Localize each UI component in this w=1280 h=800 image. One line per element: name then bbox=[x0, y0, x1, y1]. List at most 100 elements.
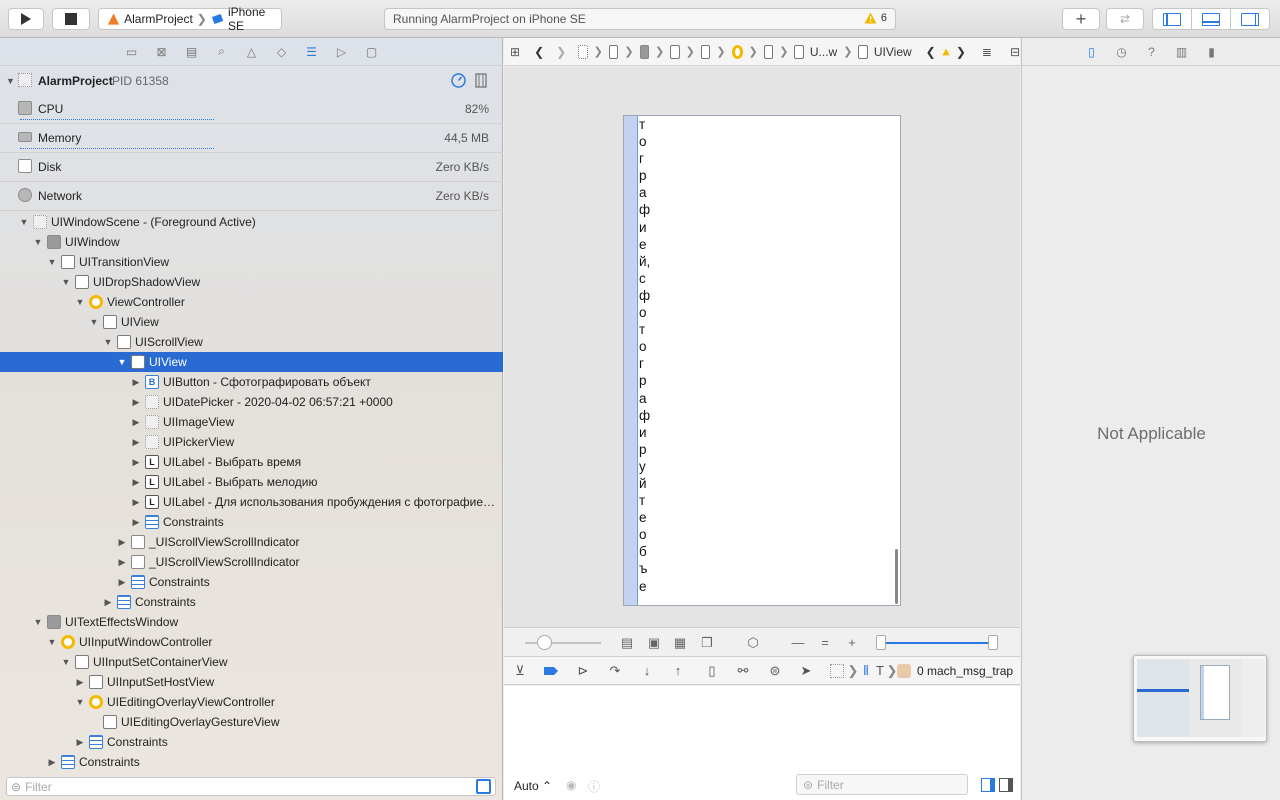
tree-row[interactable]: ▶ Constraints bbox=[0, 732, 503, 752]
toggle-debug-area-button[interactable] bbox=[1191, 8, 1231, 30]
tree-row[interactable]: ▼ UITextEffectsWindow bbox=[0, 612, 503, 632]
show-constraints-icon[interactable]: ▣ bbox=[647, 636, 661, 650]
tree-row[interactable]: ▶ Constraints bbox=[0, 572, 503, 592]
disclosure-closed-icon[interactable]: ▶ bbox=[131, 417, 141, 428]
tree-row[interactable]: ▼ UIInputSetContainerView bbox=[0, 652, 503, 672]
range-slider-track[interactable] bbox=[881, 642, 994, 644]
issue-icon[interactable]: △ bbox=[245, 45, 259, 59]
folder-icon[interactable]: ▭ bbox=[125, 45, 139, 59]
tree-row[interactable]: ▼ UIScrollView bbox=[0, 332, 503, 352]
console-filter-field[interactable]: ⊜ Filter bbox=[796, 774, 968, 795]
thread-short-label[interactable]: T bbox=[876, 663, 884, 679]
disclosure-closed-icon[interactable]: ▶ bbox=[131, 397, 141, 408]
jump-truncated-item[interactable]: U...w bbox=[810, 45, 837, 59]
disclosure-closed-icon[interactable]: ▶ bbox=[117, 557, 127, 568]
tree-row[interactable]: ▼ ViewController bbox=[0, 292, 503, 312]
size-inspector-icon[interactable]: ▮ bbox=[1204, 44, 1220, 60]
disclosure-closed-icon[interactable]: ▶ bbox=[131, 377, 141, 388]
warning-indicator[interactable]: 6 bbox=[864, 12, 887, 24]
disclosure-open-icon[interactable]: ▼ bbox=[47, 257, 57, 267]
view-icon[interactable] bbox=[763, 44, 774, 59]
process-row[interactable]: ▼ AlarmProject PID 61358 bbox=[0, 70, 503, 92]
disclosure-open-icon[interactable]: ▼ bbox=[75, 697, 85, 707]
zoom-actual-icon[interactable]: = bbox=[818, 636, 832, 650]
disclosure-open-icon[interactable]: ▼ bbox=[33, 617, 43, 627]
disclosure-open-icon[interactable]: ▼ bbox=[19, 217, 29, 227]
toggle-inspector-button[interactable] bbox=[1230, 8, 1270, 30]
continue-icon[interactable]: ⊳ bbox=[575, 663, 591, 679]
tree-row[interactable]: ▶ B UIButton - Сфотографировать объект bbox=[0, 372, 503, 392]
disclosure-closed-icon[interactable]: ▶ bbox=[75, 677, 85, 688]
navigator-filter-field[interactable]: ⊜ Filter bbox=[6, 777, 496, 796]
gauge-memory[interactable]: Memory 44,5 MB bbox=[0, 124, 503, 153]
clip-content-icon[interactable]: ▤ bbox=[620, 636, 634, 650]
next-issue-icon[interactable]: ❯ bbox=[956, 45, 966, 59]
window-icon[interactable] bbox=[639, 44, 649, 59]
view-icon[interactable] bbox=[700, 44, 711, 59]
tree-row[interactable]: ▶ L UILabel - Для использования пробуждени… bbox=[0, 492, 503, 512]
disclosure-closed-icon[interactable]: ▶ bbox=[131, 477, 141, 488]
breakpoint-icon[interactable]: ▷ bbox=[335, 45, 349, 59]
back-icon[interactable]: ❮ bbox=[534, 45, 544, 59]
view-icon[interactable] bbox=[670, 44, 680, 59]
tree-row[interactable]: ▼ UIDropShadowView bbox=[0, 272, 503, 292]
memory-graph-icon[interactable]: ⚯ bbox=[735, 663, 751, 679]
spacing-slider-knob[interactable] bbox=[537, 635, 552, 650]
view-debugger-canvas[interactable]: тографией, сфотографируйте объе bbox=[504, 67, 1020, 627]
view-icon[interactable] bbox=[858, 44, 868, 59]
disclosure-closed-icon[interactable]: ▶ bbox=[75, 737, 85, 748]
zoom-out-icon[interactable]: — bbox=[791, 636, 805, 650]
thread-icon[interactable]: ⦀ bbox=[858, 663, 874, 679]
eye-icon[interactable]: ◉ bbox=[566, 778, 576, 792]
tree-row[interactable]: ▶ UIPickerView bbox=[0, 432, 503, 452]
tree-row[interactable]: ▶ UIInputSetHostView bbox=[0, 672, 503, 692]
report-icon[interactable]: ▢ bbox=[365, 45, 379, 59]
step-over-icon[interactable]: ↷ bbox=[607, 663, 623, 679]
tree-row[interactable]: ▶ UIImageView bbox=[0, 412, 503, 432]
range-slider-min-handle[interactable] bbox=[876, 635, 886, 650]
disclosure-open-icon[interactable]: ▼ bbox=[61, 277, 71, 287]
view-controller-icon[interactable] bbox=[731, 44, 743, 59]
tree-row[interactable]: ▼ UIEditingOverlayViewController bbox=[0, 692, 503, 712]
forward-icon[interactable]: ❯ bbox=[556, 45, 566, 59]
disclosure-open-icon[interactable]: ▼ bbox=[117, 357, 127, 367]
editor-options-icon[interactable]: ≣ bbox=[982, 45, 992, 59]
file-inspector-icon[interactable]: ▯ bbox=[1084, 44, 1100, 60]
disclosure-open-icon[interactable]: ▼ bbox=[6, 76, 15, 86]
hide-debug-area-icon[interactable]: ⊻ bbox=[512, 663, 528, 679]
tree-row[interactable]: ▶ L UILabel - Выбрать время bbox=[0, 452, 503, 472]
tree-row[interactable]: ▶ _UIScrollViewScrollIndicator bbox=[0, 532, 503, 552]
disclosure-closed-icon[interactable]: ▶ bbox=[117, 537, 127, 548]
disclosure-open-icon[interactable]: ▼ bbox=[89, 317, 99, 327]
warning-icon[interactable] bbox=[942, 46, 950, 58]
tree-row[interactable]: ▼ UIView bbox=[0, 312, 503, 332]
step-out-icon[interactable]: ↑ bbox=[670, 663, 686, 679]
app-process-icon[interactable] bbox=[578, 44, 588, 59]
disclosure-open-icon[interactable]: ▼ bbox=[75, 297, 85, 307]
app-process-icon[interactable] bbox=[830, 664, 844, 678]
disclosure-open-icon[interactable]: ▼ bbox=[61, 657, 71, 667]
scroll-view-icon[interactable] bbox=[794, 44, 804, 59]
history-inspector-icon[interactable]: ◷ bbox=[1114, 44, 1130, 60]
test-icon[interactable]: ◇ bbox=[275, 45, 289, 59]
simulate-location-icon[interactable]: ➤ bbox=[798, 663, 814, 679]
gauge-icon[interactable] bbox=[451, 73, 466, 88]
tree-row[interactable]: ▼ UIWindow bbox=[0, 232, 503, 252]
disclosure-closed-icon[interactable]: ▶ bbox=[131, 497, 141, 508]
tree-row[interactable]: ▶ Constraints bbox=[0, 592, 503, 612]
tree-row[interactable]: ▶ Constraints bbox=[0, 512, 503, 532]
tree-row[interactable]: ▼ UIWindowScene - (Foreground Active) bbox=[0, 212, 503, 232]
gauge-cpu[interactable]: CPU 82% bbox=[0, 95, 503, 124]
stop-button[interactable] bbox=[52, 8, 90, 30]
disclosure-closed-icon[interactable]: ▶ bbox=[131, 457, 141, 468]
run-button[interactable] bbox=[8, 8, 44, 30]
show-variables-toggle[interactable] bbox=[981, 778, 995, 792]
tree-row[interactable]: ▶ Constraints bbox=[0, 752, 503, 772]
window-scene-icon[interactable] bbox=[608, 44, 619, 59]
library-button[interactable]: + bbox=[1062, 8, 1100, 30]
tree-row[interactable]: ▶ L UILabel - Выбрать мелодию bbox=[0, 472, 503, 492]
toggle-navigator-button[interactable] bbox=[1152, 8, 1192, 30]
step-into-icon[interactable]: ↓ bbox=[639, 663, 655, 679]
adjust-view-mode-icon[interactable]: ▦ bbox=[673, 636, 687, 650]
disclosure-closed-icon[interactable]: ▶ bbox=[117, 577, 127, 588]
